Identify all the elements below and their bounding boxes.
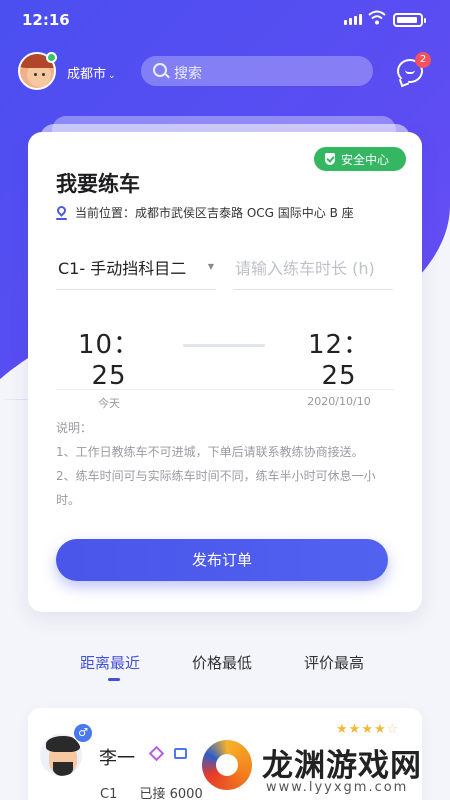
- end-time: 12： 25: [307, 330, 371, 391]
- location-label: 当前位置：: [75, 206, 136, 220]
- coach-license: C1: [100, 787, 118, 800]
- message-badge: 2: [415, 52, 431, 68]
- divider: [56, 389, 394, 390]
- sort-tabs: 距离最近 价格最低 评价最高: [0, 648, 450, 688]
- city-selector[interactable]: 成都市 ⌄: [67, 63, 116, 82]
- time-range-line: [183, 344, 265, 347]
- top-nav: 成都市 ⌄ 搜索 2: [0, 52, 450, 92]
- notes-title: 说明：: [56, 421, 93, 435]
- chevron-down-icon: ⌄: [108, 71, 116, 81]
- location-pin-icon: [55, 203, 68, 220]
- caret-down-icon: ▼: [207, 262, 214, 271]
- wifi-icon: [368, 10, 386, 25]
- card-title: 我要练车: [56, 172, 140, 196]
- status-bar: 12:16: [0, 0, 450, 40]
- signal-icon: [344, 14, 362, 25]
- current-location: 当前位置： 成都市武侯区吉泰路 OCG 国际中心 B 座: [55, 203, 354, 221]
- practice-order-card: 安全中心 我要练车 当前位置： 成都市武侯区吉泰路 OCG 国际中心 B 座 C…: [28, 132, 422, 612]
- location-value: 成都市武侯区吉泰路 OCG 国际中心 B 座: [135, 206, 354, 220]
- course-select[interactable]: C1- 手动挡科目二 ▼: [56, 250, 216, 290]
- watermark-url: www.lyyxgm.com: [266, 780, 409, 795]
- status-time: 12:16: [22, 11, 70, 29]
- search-placeholder: 搜索: [174, 66, 202, 82]
- watermark-logo-icon: [202, 740, 252, 790]
- start-date: 今天: [98, 397, 120, 410]
- end-date: 2020/10/10: [307, 395, 371, 408]
- online-check-icon: [46, 52, 57, 63]
- safety-center-button[interactable]: 安全中心: [314, 147, 406, 171]
- id-card-icon: [174, 748, 187, 759]
- battery-icon: [393, 13, 426, 27]
- watermark-title: 龙渊游戏网: [262, 748, 422, 784]
- tab-top-rated[interactable]: 评价最高: [304, 652, 364, 673]
- active-tab-indicator: [108, 678, 120, 681]
- tab-nearest[interactable]: 距离最近: [80, 652, 140, 673]
- coach-orders: 已接 6000: [139, 787, 203, 800]
- start-time-picker[interactable]: 10： 25 今天: [66, 324, 152, 411]
- course-select-value: C1- 手动挡科目二: [58, 259, 187, 278]
- male-icon: ♂: [74, 724, 92, 742]
- publish-order-button[interactable]: 发布订单: [56, 539, 388, 581]
- end-time-picker[interactable]: 12： 25 2020/10/10: [294, 324, 384, 408]
- tab-lowest-price[interactable]: 价格最低: [192, 652, 252, 673]
- duration-placeholder: 请输入练车时长 (h): [235, 259, 375, 278]
- note-item: 2、练车时间可与实际练车时间不同，练车半小时可休息一小时。: [56, 469, 376, 507]
- safety-center-label: 安全中心: [341, 153, 390, 167]
- start-time: 10： 25: [77, 330, 141, 391]
- notes: 说明： 1、工作日教练车不可进城，下单后请联系教练协商接送。 2、练车时间可与实…: [56, 416, 398, 512]
- duration-input[interactable]: 请输入练车时长 (h): [233, 250, 393, 290]
- diamond-icon: [148, 745, 165, 762]
- city-label: 成都市: [67, 67, 107, 82]
- watermark: 龙渊游戏网 www.lyyxgm.com: [196, 732, 450, 800]
- shield-check-icon: [325, 153, 335, 165]
- search-icon: [153, 63, 167, 77]
- search-input[interactable]: 搜索: [141, 56, 373, 86]
- note-item: 1、工作日教练车不可进城，下单后请联系教练协商接送。: [56, 445, 364, 459]
- coach-name: 李一: [99, 748, 135, 769]
